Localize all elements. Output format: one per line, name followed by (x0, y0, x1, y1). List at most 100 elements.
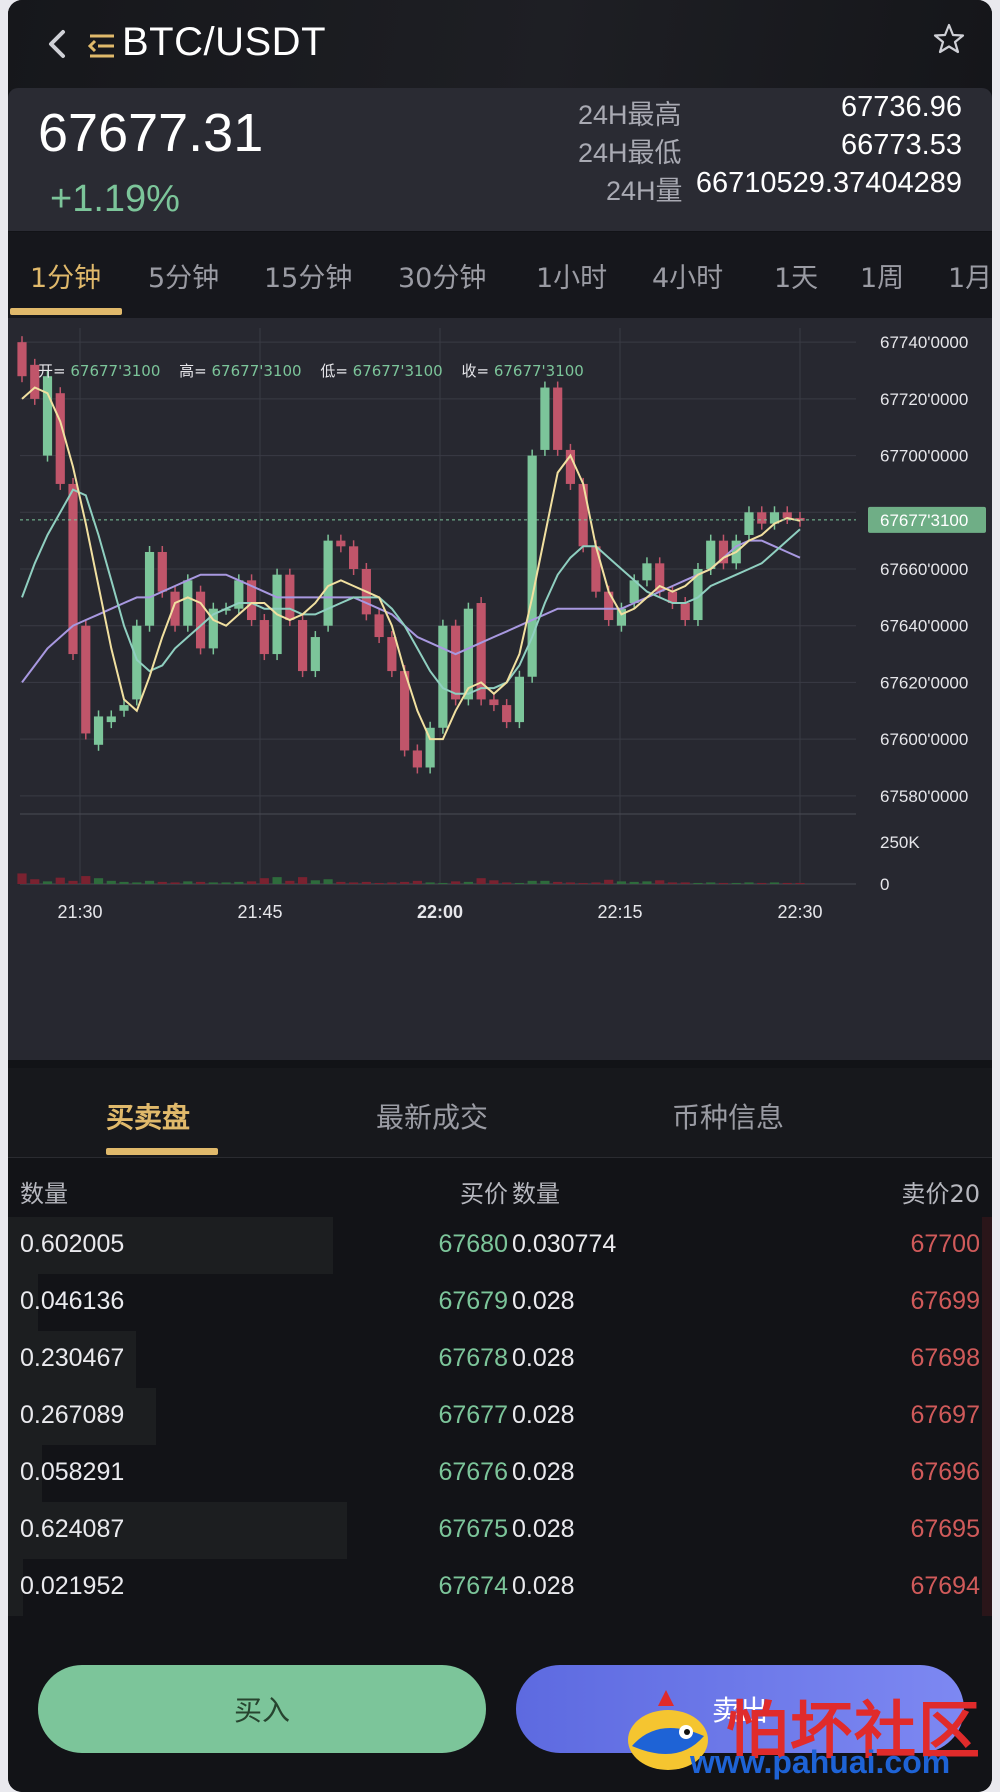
ask-price: 67694 (910, 1572, 980, 1600)
ohlc-high: 67677'3100 (211, 362, 302, 380)
volume-bar (489, 880, 499, 884)
volume-bar (183, 881, 193, 884)
orderbook-row[interactable]: 0.267089 67677 0.028 67697 (8, 1388, 992, 1445)
volume-bar (642, 881, 652, 884)
pair-title[interactable]: BTC/USDT (122, 20, 326, 65)
tab-interval-15m[interactable]: 15分钟 (264, 256, 352, 295)
bid-amount: 0.058291 (20, 1458, 125, 1486)
volume-bar (463, 881, 473, 884)
candle (323, 540, 333, 626)
price-axis-label: 67640'0000 (880, 617, 968, 636)
tab-interval-30m[interactable]: 30分钟 (398, 256, 486, 295)
ask-price: 67700 (910, 1230, 980, 1258)
candle (412, 750, 422, 768)
ask-amount-header: 数量 (512, 1180, 560, 1208)
volume-bar (667, 882, 678, 884)
volume-bar (502, 882, 512, 884)
time-axis-label: 21:45 (237, 902, 282, 922)
buy-button[interactable]: 买入 (38, 1665, 486, 1753)
volume-bar (285, 880, 295, 884)
ohlc-open-label: 开= (38, 362, 66, 380)
candle (336, 540, 346, 547)
bid-price-header: 买价 (460, 1180, 508, 1208)
candle (642, 563, 652, 581)
volume-bar (655, 880, 665, 884)
candle (93, 716, 104, 745)
bid-price: 67677 (438, 1401, 508, 1429)
candle (42, 376, 53, 456)
orderbook-row[interactable]: 0.046136 67679 0.028 67699 (8, 1274, 992, 1331)
volume-bar (349, 882, 359, 884)
ask-depth-bar (982, 1445, 992, 1502)
orderbook-row[interactable]: 0.602005 67680 0.030774 67700 (8, 1217, 992, 1274)
ask-price: 67697 (910, 1401, 980, 1429)
active-tab-indicator (10, 308, 122, 315)
orderbook-row[interactable]: 0.624087 67675 0.028 67695 (8, 1502, 992, 1559)
tab-coin-info[interactable]: 币种信息 (672, 1096, 784, 1136)
ask-price: 67698 (910, 1344, 980, 1372)
ask-price: 67695 (910, 1515, 980, 1543)
ohlc-high-label: 高= (179, 362, 207, 380)
tab-interval-1h[interactable]: 1小时 (536, 256, 607, 295)
volume-bar (782, 882, 792, 884)
star-icon (933, 23, 965, 54)
current-price-label: 67677'3100 (880, 511, 968, 530)
tab-latest-trades[interactable]: 最新成交 (376, 1096, 488, 1136)
time-axis-label: 22:30 (777, 902, 822, 922)
volume-bar (553, 881, 563, 884)
favorite-button[interactable] (932, 22, 966, 56)
kline-chart[interactable]: 67740'000067720'000067700'000067680'0000… (8, 318, 992, 1060)
tab-interval-1w[interactable]: 1周 (860, 256, 904, 295)
low-value: 66773.53 (841, 129, 962, 161)
high-value: 67736.96 (841, 91, 962, 123)
tab-orderbook[interactable]: 买卖盘 (106, 1096, 190, 1136)
volume-bar (706, 882, 716, 884)
ask-depth-bar (982, 1502, 992, 1559)
ohlc-close: 67677'3100 (493, 362, 584, 380)
price-axis-label: 67620'0000 (880, 673, 968, 692)
volume-bar (234, 881, 244, 884)
bid-price: 67678 (438, 1344, 508, 1372)
volume-bar (540, 880, 550, 884)
candle (349, 546, 359, 569)
time-axis-label: 22:15 (597, 902, 642, 922)
tab-interval-5m[interactable]: 5分钟 (148, 256, 219, 295)
orderbook-row[interactable]: 0.230467 67678 0.028 67698 (8, 1331, 992, 1388)
volume-bar (604, 879, 614, 884)
ohlc-open: 67677'3100 (70, 362, 161, 380)
tab-interval-4h[interactable]: 4小时 (652, 256, 723, 295)
volume-label: 24H量 (606, 176, 683, 206)
candle (195, 591, 206, 649)
volume-bar (259, 878, 269, 884)
top-bar: BTC/USDT (8, 0, 992, 90)
candle (578, 483, 588, 547)
ohlc-close-label: 收= (461, 362, 490, 380)
orderbook-row[interactable]: 0.058291 67676 0.028 67696 (8, 1445, 992, 1502)
candle (144, 551, 155, 626)
market-list-icon[interactable] (86, 30, 118, 62)
volume-bar (412, 880, 422, 884)
volume-bar (272, 877, 282, 884)
app-screen: BTC/USDT 67677.31 +1.19% 24H最高 67736.96 … (8, 0, 992, 1792)
tab-interval-1d[interactable]: 1天 (774, 256, 818, 295)
volume-bar (591, 882, 601, 884)
ask-price: 67699 (910, 1287, 980, 1315)
volume-axis-label: 250K (880, 833, 920, 852)
bid-price: 67675 (438, 1515, 508, 1543)
volume-bar (616, 881, 627, 884)
volume-bar (527, 880, 537, 884)
orderbook-row[interactable]: 0.021952 67674 0.028 67694 (8, 1559, 992, 1616)
ask-depth-bar (982, 1217, 992, 1274)
volume-bar (565, 882, 576, 884)
volume-bar (795, 882, 805, 884)
orderbook-tab-indicator (106, 1148, 218, 1155)
volume-bar (297, 877, 308, 884)
back-button[interactable] (38, 24, 78, 64)
volume-bar (438, 882, 448, 884)
bid-amount: 0.267089 (20, 1401, 125, 1429)
candle (438, 625, 448, 728)
ask-amount: 0.028 (512, 1458, 575, 1486)
candle (616, 608, 627, 626)
tab-interval-1mo[interactable]: 1月 (948, 256, 992, 295)
tab-interval-1m[interactable]: 1分钟 (30, 256, 101, 295)
